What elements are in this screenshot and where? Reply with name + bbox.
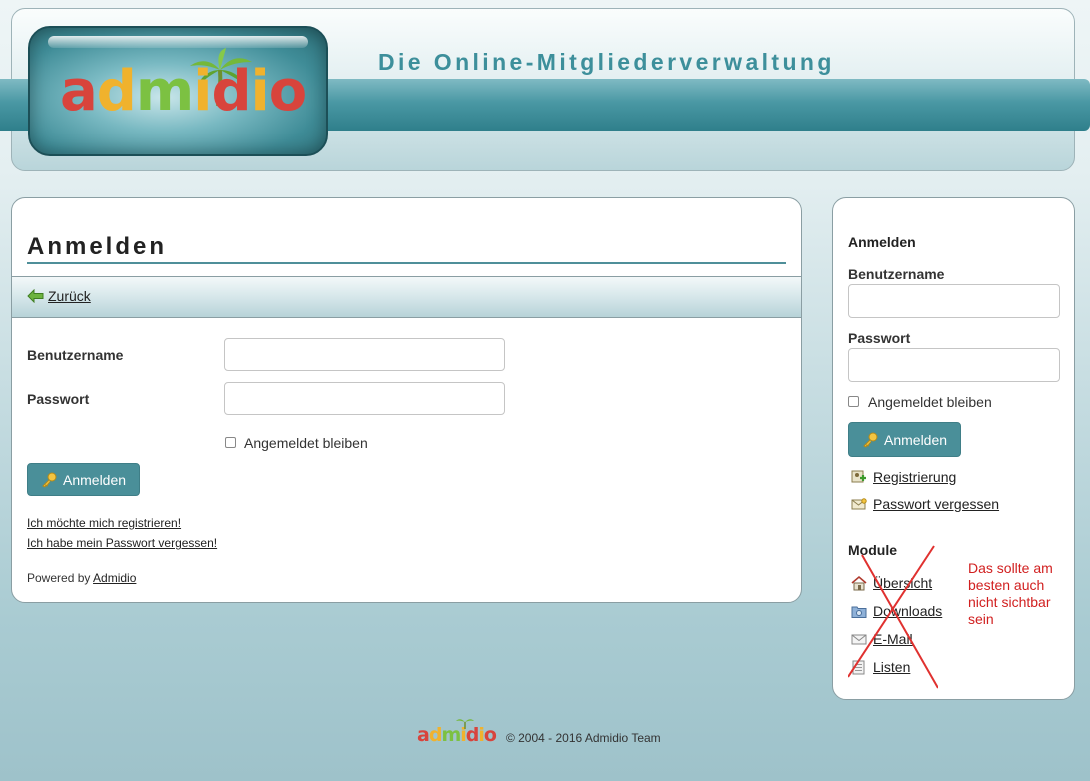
- back-link-label[interactable]: Zurück: [48, 288, 91, 304]
- username-input[interactable]: [224, 338, 505, 371]
- palm-tree-icon: [456, 719, 474, 729]
- footer-logo[interactable]: admidio: [417, 719, 497, 746]
- remember-checkbox[interactable]: [225, 437, 236, 448]
- sidebar-remember-checkbox[interactable]: [848, 396, 859, 407]
- username-label: Benutzername: [27, 347, 124, 363]
- login-button[interactable]: Anmelden: [27, 463, 141, 496]
- login-button-label: Anmelden: [63, 471, 127, 488]
- key-icon: [42, 472, 57, 488]
- page-title: Anmelden: [27, 233, 786, 264]
- logo-gloss: [48, 36, 308, 48]
- envelope-key-icon: [851, 498, 867, 510]
- sidebar-username-input[interactable]: [848, 284, 1060, 318]
- footer-copyright: © 2004 - 2016 Admidio Team: [505, 731, 661, 745]
- powered-by-text: Powered by: [27, 571, 91, 585]
- sidebar-remember-label: Angemeldet bleiben: [868, 394, 992, 410]
- page-footer: admidio © 2004 - 2016 Admidio Team: [417, 719, 661, 746]
- sidebar-panel: Anmelden Benutzername Passwort Angemelde…: [832, 197, 1075, 700]
- powered-by: Powered by Admidio: [27, 571, 136, 585]
- sidebar-login-heading: Anmelden: [848, 234, 916, 250]
- sidebar-username-label: Benutzername: [848, 266, 945, 282]
- back-link[interactable]: Zurück: [27, 288, 91, 304]
- admidio-logo[interactable]: admidio: [28, 26, 328, 156]
- sidebar-login-button[interactable]: Anmelden: [848, 422, 962, 457]
- sidebar-forgot-label[interactable]: Passwort vergessen: [873, 496, 999, 512]
- annotation-note: Das sollte am besten auch nicht sichtbar…: [968, 560, 1053, 627]
- add-user-icon: [851, 470, 866, 483]
- login-panel: Anmelden Zurück Benutzername Passwort An…: [11, 197, 802, 603]
- sidebar-password-input[interactable]: [848, 348, 1060, 382]
- password-label: Passwort: [27, 391, 90, 407]
- remember-label: Angemeldet bleiben: [244, 435, 368, 451]
- powered-by-link[interactable]: Admidio: [93, 571, 136, 585]
- sidebar-login-button-label: Anmelden: [884, 431, 948, 448]
- forgot-password-link[interactable]: Ich habe mein Passwort vergessen!: [27, 536, 217, 550]
- sidebar-register-link[interactable]: Registrierung: [851, 469, 956, 485]
- navigation-bar: Zurück: [12, 276, 801, 318]
- sidebar-forgot-link[interactable]: Passwort vergessen: [851, 496, 999, 512]
- register-link[interactable]: Ich möchte mich registrieren!: [27, 516, 181, 530]
- password-input[interactable]: [224, 382, 505, 415]
- sidebar-register-label[interactable]: Registrierung: [873, 469, 956, 485]
- back-arrow-icon: [27, 289, 44, 303]
- sidebar-password-label: Passwort: [848, 330, 911, 346]
- key-icon: [863, 432, 878, 448]
- red-cross-annotation: [848, 545, 938, 689]
- logo-wordmark: admidio: [60, 59, 307, 124]
- header-title: Die Online-Mitgliederverwaltung: [378, 49, 835, 75]
